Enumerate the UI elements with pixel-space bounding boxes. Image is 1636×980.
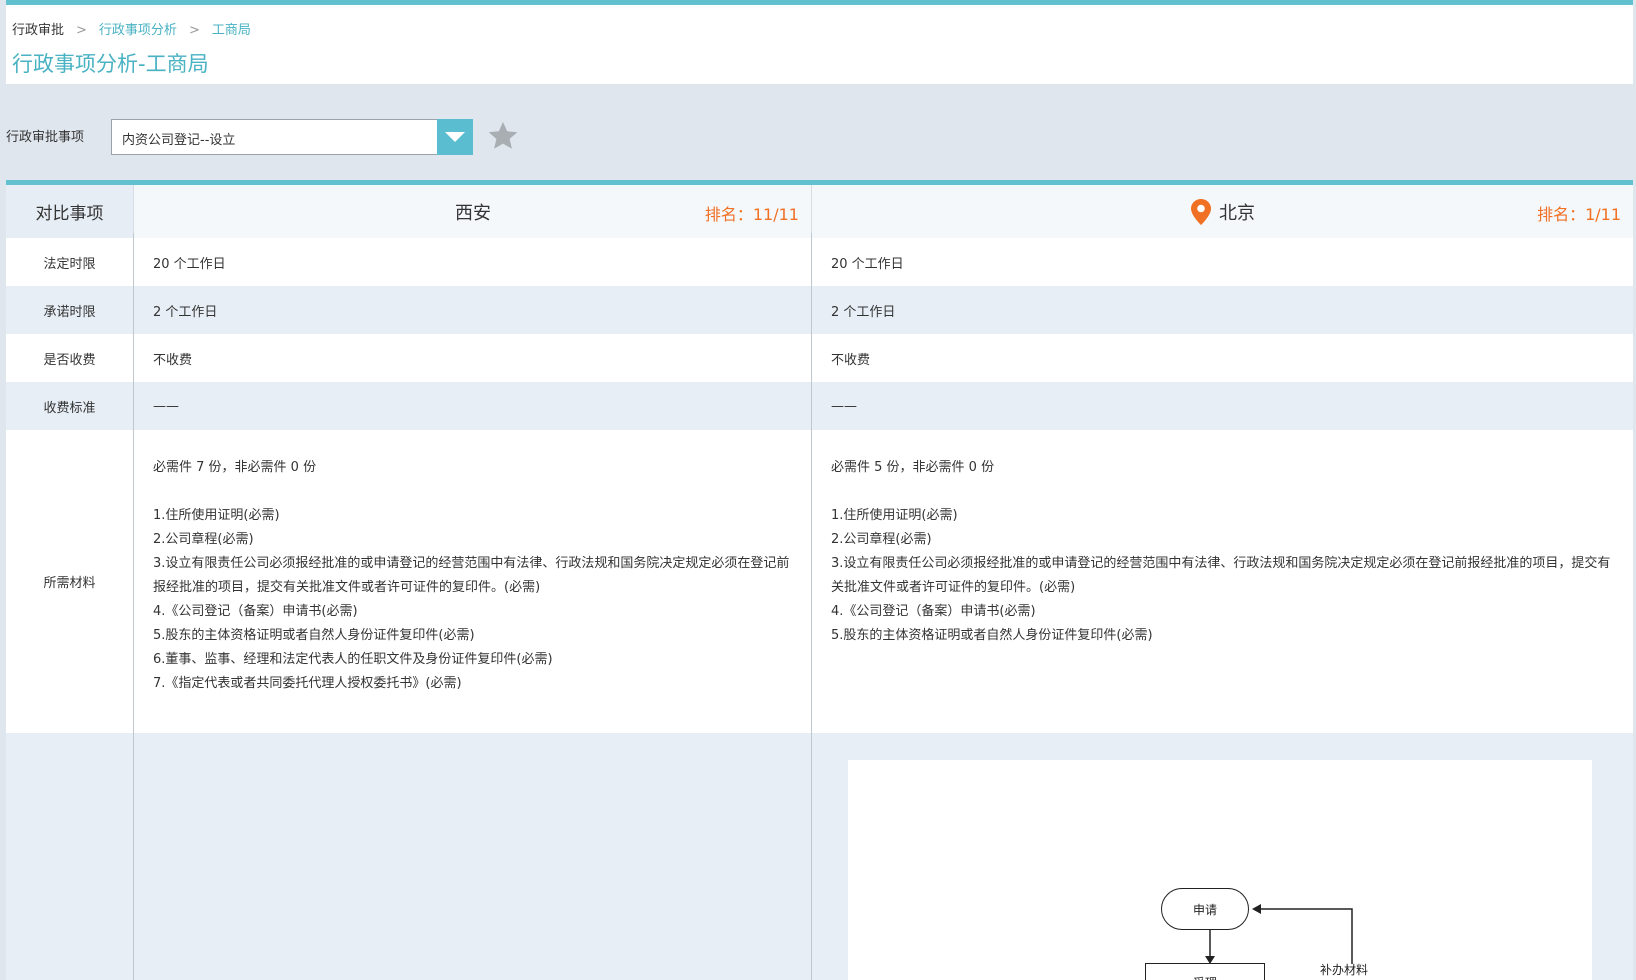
approval-item-select-value: 内资公司登记--设立 (122, 133, 236, 148)
row-label: 法定时限 (43, 256, 96, 272)
material-item: 2.公司章程(必需) (153, 532, 254, 547)
approval-item-select[interactable]: 内资公司登记--设立 (111, 119, 473, 155)
cell-beijing: 2 个工作日 (831, 304, 896, 320)
breadcrumb: 行政审批 > 行政事项分析 > 工商局 (12, 19, 251, 38)
cell-xian: —— (153, 398, 179, 414)
breadcrumb-separator: > (76, 23, 87, 38)
cell-xian: 不收费 (153, 352, 193, 368)
flow-note-supplement: 补办材料 (1320, 963, 1369, 977)
table-row-materials: 所需材料 必需件 7 份，非必需件 0 份 1.住所使用证明(必需) 2.公司章… (6, 430, 1633, 733)
cell-beijing: —— (831, 398, 857, 414)
material-item: 3.设立有限责任公司必须报经批准的或申请登记的经营范围中有法律、行政法规和国务院… (153, 556, 790, 595)
row-label: 所需材料 (43, 576, 96, 591)
chevron-down-icon[interactable] (437, 119, 473, 155)
column-divider (811, 233, 812, 980)
column-divider (133, 233, 134, 980)
page-header: 行政审批 > 行政事项分析 > 工商局 行政事项分析-工商局 (6, 0, 1633, 84)
map-pin-icon (1191, 198, 1211, 225)
city-name-wrap-beijing: 北京 (812, 185, 1633, 238)
row-label: 承诺时限 (43, 304, 96, 320)
flowchart-panel (848, 760, 1592, 980)
material-item: 6.董事、监事、经理和法定代表人的任职文件及身份证件复印件(必需) (153, 652, 553, 667)
breadcrumb-item-root[interactable]: 行政审批 (12, 19, 64, 38)
material-item: 7.《指定代表或者共同委托代理人授权委托书》(必需) (153, 676, 462, 691)
cell-beijing: 不收费 (831, 352, 871, 368)
row-label: 是否收费 (43, 352, 96, 368)
cell-xian: 2 个工作日 (153, 304, 218, 320)
star-icon[interactable] (487, 120, 519, 152)
page-title: 行政事项分析-工商局 (12, 52, 209, 76)
rank-badge-beijing: 排名：1/11 (1537, 205, 1621, 224)
material-item: 5.股东的主体资格证明或者自然人身份证件复印件(必需) (831, 628, 1153, 643)
materials-xian: 必需件 7 份，非必需件 0 份 1.住所使用证明(必需) 2.公司章程(必需)… (153, 456, 798, 696)
material-item: 1.住所使用证明(必需) (153, 508, 280, 523)
breadcrumb-separator: > (188, 23, 200, 38)
table-row: 收费标准 —— —— (6, 382, 1633, 430)
table-row: 法定时限 20 个工作日 20 个工作日 (6, 238, 1633, 286)
city-column-header-xian: 西安 排名：11/11 (133, 185, 811, 238)
materials-summary-xian: 必需件 7 份，非必需件 0 份 (153, 460, 317, 475)
row-label: 收费标准 (43, 400, 96, 416)
cell-beijing: 20 个工作日 (831, 256, 904, 272)
material-item: 2.公司章程(必需) (831, 532, 932, 547)
approval-item-label: 行政审批事项 (6, 130, 85, 145)
city-name-beijing: 北京 (1219, 202, 1255, 224)
breadcrumb-item-bureau[interactable]: 工商局 (212, 19, 251, 38)
rank-badge-xian: 排名：11/11 (704, 205, 799, 224)
material-item: 3.设立有限责任公司必须报经批准的或申请登记的经营范围中有法律、行政法规和国务院… (831, 556, 1611, 595)
table-row: 是否收费 不收费 不收费 (6, 334, 1633, 382)
comparison-table: 对比事项 西安 排名：11/11 北京 排名：1/11 法定时限 20 个工作日… (6, 180, 1633, 980)
material-item: 5.股东的主体资格证明或者自然人身份证件复印件(必需) (153, 628, 475, 643)
city-column-header-beijing: 北京 排名：1/11 (811, 185, 1633, 238)
cell-xian: 20 个工作日 (153, 256, 226, 272)
material-item: 4.《公司登记（备案）申请书(必需) (153, 604, 358, 619)
flow-node-accept: 受理 (1145, 963, 1265, 980)
compare-header-label: 对比事项 (6, 185, 133, 238)
breadcrumb-item-analysis[interactable]: 行政事项分析 (99, 19, 177, 38)
material-item: 1.住所使用证明(必需) (831, 508, 958, 523)
materials-beijing: 必需件 5 份，非必需件 0 份 1.住所使用证明(必需) 2.公司章程(必需)… (831, 456, 1621, 648)
materials-summary-beijing: 必需件 5 份，非必需件 0 份 (831, 460, 995, 475)
material-item: 4.《公司登记（备案）申请书(必需) (831, 604, 1036, 619)
comparison-table-header: 对比事项 西安 排名：11/11 北京 排名：1/11 (6, 185, 1633, 238)
flow-node-apply: 申请 (1161, 888, 1249, 930)
table-row: 承诺时限 2 个工作日 2 个工作日 (6, 286, 1633, 334)
